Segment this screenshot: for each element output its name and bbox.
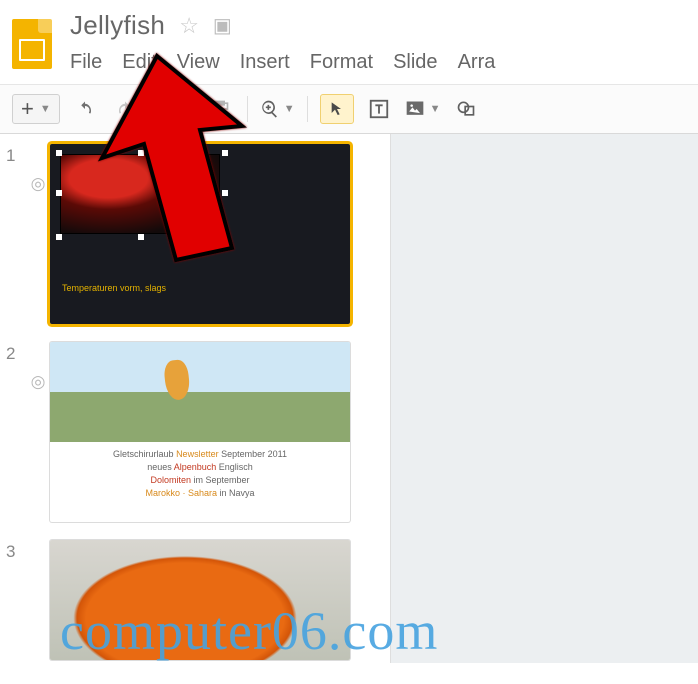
zoom-button[interactable]: ▼	[260, 94, 295, 124]
paint-format-button[interactable]	[205, 94, 235, 124]
menu-view[interactable]: View	[177, 51, 220, 74]
folder-move-icon[interactable]: ▣	[213, 13, 232, 38]
app-logo[interactable]	[8, 14, 56, 74]
menu-bar: File Edit View Insert Format Slide Arra	[70, 47, 690, 84]
slide-text: Gletschirurlaub Newsletter September 201…	[50, 442, 350, 506]
separator	[307, 96, 308, 122]
insert-image-button[interactable]: ▼	[404, 94, 441, 124]
shape-button[interactable]	[451, 94, 481, 124]
speaker-notes-icon[interactable]: ◎	[26, 342, 50, 392]
menu-file[interactable]: File	[70, 51, 102, 74]
chevron-down-icon: ▼	[284, 103, 295, 115]
slide-number: 2	[6, 342, 26, 364]
menu-format[interactable]: Format	[310, 51, 373, 74]
menu-slide[interactable]: Slide	[393, 51, 437, 74]
slide-panel: 1 ◎ Temperaturen vorm, slags 2 ◎ Gl	[0, 134, 390, 663]
separator	[247, 96, 248, 122]
menu-insert[interactable]: Insert	[240, 51, 290, 74]
slide-thumbnail-row: 1 ◎ Temperaturen vorm, slags	[6, 144, 380, 324]
slide-image	[50, 342, 350, 442]
watermark-text: computer06.com	[60, 600, 678, 662]
slide-number: 1	[6, 144, 26, 166]
speaker-notes-icon[interactable]	[26, 540, 50, 570]
slide-image	[60, 154, 220, 234]
print-button[interactable]	[150, 94, 180, 124]
slide-number: 3	[6, 540, 26, 562]
undo-button[interactable]	[70, 94, 100, 124]
slide-thumbnail[interactable]: Gletschirurlaub Newsletter September 201…	[50, 342, 350, 522]
slide-thumbnail-row: 2 ◎ Gletschirurlaub Newsletter September…	[6, 342, 380, 522]
select-tool-button[interactable]	[320, 94, 354, 124]
text-box-button[interactable]	[364, 94, 394, 124]
chevron-down-icon: ▼	[430, 103, 441, 115]
editor-canvas[interactable]	[390, 134, 698, 663]
plus-icon: +	[21, 98, 34, 120]
new-slide-button[interactable]: + ▼	[12, 94, 60, 124]
star-icon[interactable]: ☆	[179, 13, 199, 39]
menu-edit[interactable]: Edit	[122, 51, 156, 74]
slide-thumbnail[interactable]: Temperaturen vorm, slags	[50, 144, 350, 324]
separator	[192, 96, 193, 122]
menu-arrange[interactable]: Arra	[458, 51, 496, 74]
slide-caption: Temperaturen vorm, slags	[62, 283, 166, 294]
toolbar: + ▼ ▼ ▼	[0, 84, 698, 134]
chevron-down-icon: ▼	[40, 103, 51, 115]
speaker-notes-icon[interactable]: ◎	[26, 144, 50, 194]
redo-button[interactable]	[110, 94, 140, 124]
document-title[interactable]: Jellyfish	[70, 10, 165, 41]
